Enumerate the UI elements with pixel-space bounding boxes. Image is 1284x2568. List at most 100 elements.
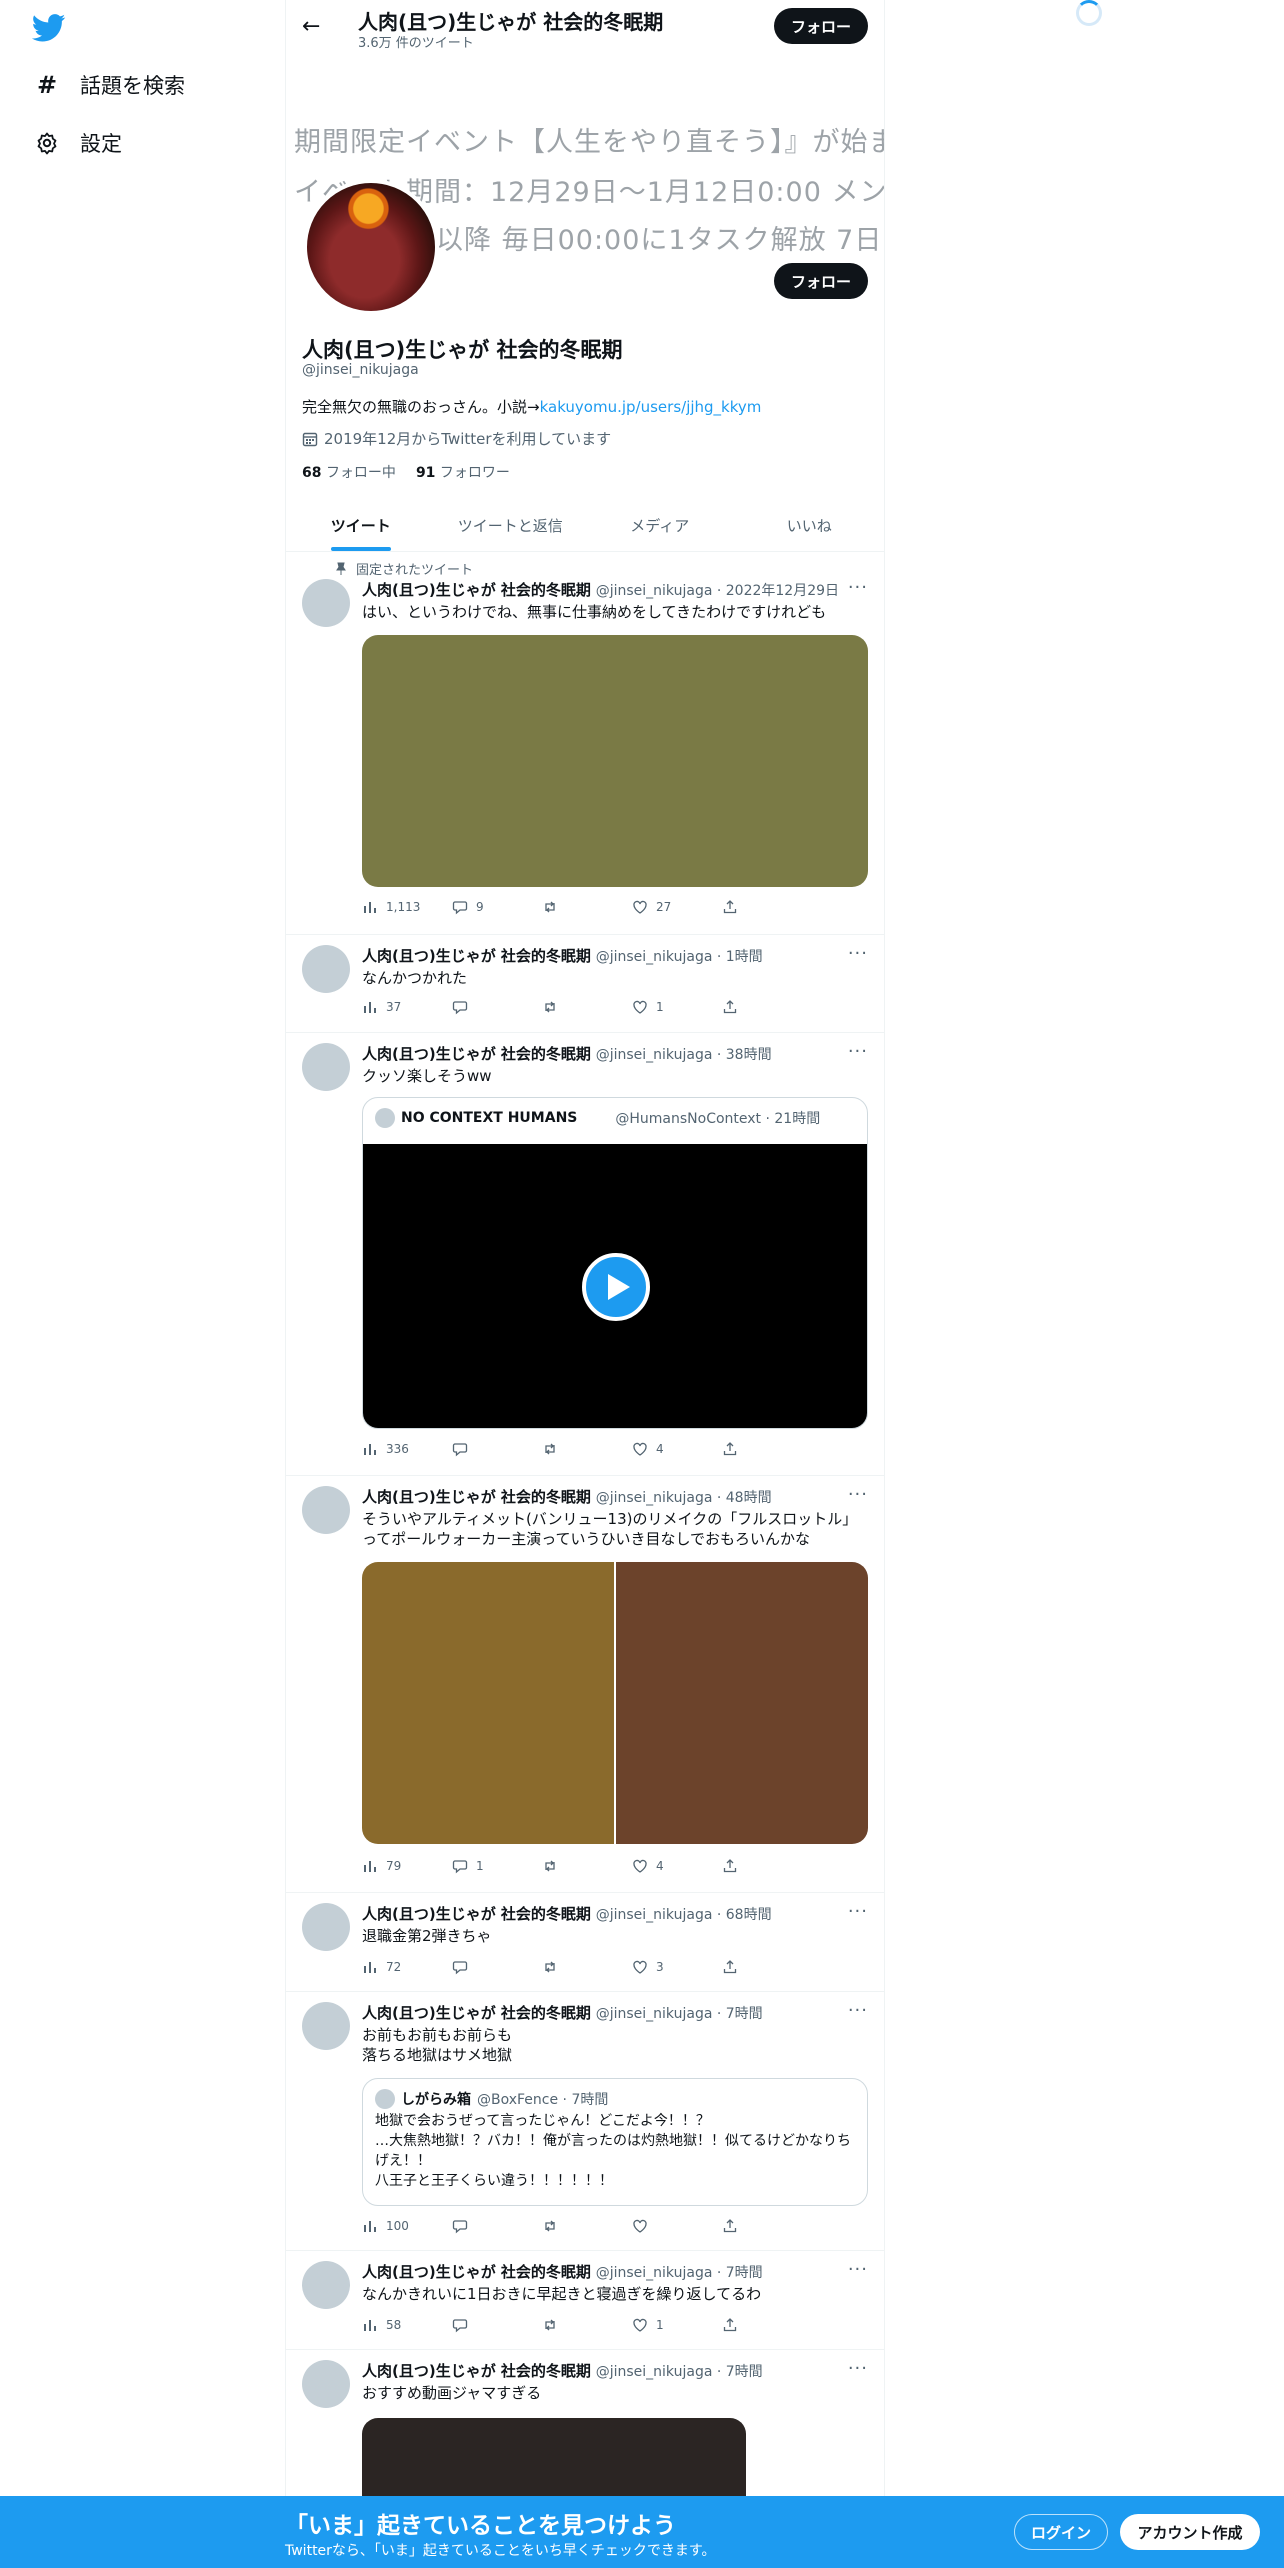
tweet[interactable]: 人肉(且つ)生じゃが 社会的冬眠期 @jinsei_nikujaga · 1時間… — [286, 935, 884, 1033]
more-icon[interactable]: ··· — [848, 2358, 868, 2379]
share-icon — [722, 899, 738, 915]
profile-avatar[interactable] — [303, 179, 439, 315]
share-button[interactable] — [722, 1858, 812, 1874]
share-button[interactable] — [722, 2218, 812, 2234]
replies-button[interactable]: 9 — [452, 899, 542, 915]
tweet-image[interactable] — [616, 1562, 868, 1844]
more-icon[interactable]: ··· — [848, 2000, 868, 2021]
views-count: 336 — [386, 1442, 409, 1456]
bio-text: 完全無欠の無職のおっさん。小説→ — [302, 398, 540, 416]
followers-link[interactable]: 91 フォロワー — [416, 462, 510, 482]
tweet[interactable]: 人肉(且つ)生じゃが 社会的冬眠期 @jinsei_nikujaga · 7時間… — [286, 2251, 884, 2350]
more-icon[interactable]: ··· — [848, 943, 868, 964]
avatar[interactable] — [302, 2002, 350, 2050]
views-button[interactable]: 72 — [362, 1959, 452, 1975]
views-button[interactable]: 58 — [362, 2317, 452, 2333]
quote-tweet[interactable]: NO CONTEXT HUMANS @HumansNoContext · 21時… — [362, 1097, 868, 1429]
avatar[interactable] — [302, 1486, 350, 1534]
tab-likes[interactable]: いいね — [735, 500, 885, 551]
views-button[interactable]: 37 — [362, 999, 452, 1015]
likes-button[interactable]: 1 — [632, 999, 722, 1015]
retweets-button[interactable] — [542, 999, 632, 1015]
tab-tweets-replies[interactable]: ツイートと返信 — [436, 500, 586, 551]
tweet[interactable]: 人肉(且つ)生じゃが 社会的冬眠期 @jinsei_nikujaga · 7時間… — [286, 1992, 884, 2251]
login-button[interactable]: ログイン — [1014, 2514, 1108, 2550]
nav-explore[interactable]: # 話題を検索 — [34, 70, 185, 100]
replies-button[interactable] — [452, 999, 542, 1015]
likes-button[interactable]: 1 — [632, 2317, 722, 2333]
tweet-text: お前もお前もお前らも 落ちる地獄はサメ地獄 — [362, 2026, 513, 2064]
more-icon[interactable]: ··· — [848, 1901, 868, 1922]
signup-banner-subtitle: Twitterなら、「いま」起きていることをいち早くチェックできます。 — [285, 2543, 716, 2559]
quote-tweet[interactable]: しがらみ箱 @BoxFence · 7時間 地獄で会おうぜって言ったじゃん！どこ… — [362, 2078, 868, 2206]
follow-button[interactable]: フォロー — [774, 263, 868, 299]
retweets-button[interactable] — [542, 1858, 632, 1874]
header-tweet-count: 3.6万 件のツイート — [358, 36, 474, 51]
avatar[interactable] — [302, 945, 350, 993]
views-button[interactable]: 1,113 — [362, 899, 452, 915]
retweets-button[interactable] — [542, 2317, 632, 2333]
more-icon[interactable]: ··· — [848, 577, 868, 598]
tweet-text: そういやアルティメット(バンリュー13)のリメイクの「フルスロットル」ってポール… — [362, 1510, 858, 1548]
header-follow-button[interactable]: フォロー — [774, 8, 868, 44]
avatar[interactable] — [302, 1043, 350, 1091]
gear-icon — [34, 130, 60, 156]
replies-button[interactable] — [452, 2317, 542, 2333]
avatar[interactable] — [302, 2360, 350, 2408]
nav-settings[interactable]: 設定 — [34, 128, 122, 158]
tweet-text: 退職金第2弾きちゃ — [362, 1927, 492, 1945]
likes-button[interactable]: 4 — [632, 1858, 722, 1874]
views-button[interactable]: 336 — [362, 1441, 452, 1457]
tweet-text: なんかつかれた — [362, 969, 468, 987]
replies-button[interactable] — [452, 2218, 542, 2234]
bio-link[interactable]: kakuyomu.jp/users/jjhg_kkym — [540, 398, 762, 416]
likes-button[interactable]: 3 — [632, 1959, 722, 1975]
retweets-button[interactable] — [542, 1441, 632, 1457]
views-icon — [362, 2317, 378, 2333]
tweet-image[interactable] — [362, 635, 868, 887]
retweets-button[interactable] — [542, 899, 632, 915]
share-button[interactable] — [722, 2317, 812, 2333]
back-arrow-icon[interactable]: ← — [302, 14, 320, 39]
share-button[interactable] — [722, 1441, 812, 1457]
views-button[interactable]: 100 — [362, 2218, 452, 2234]
tweet-image[interactable] — [362, 1562, 614, 1844]
views-count: 100 — [386, 2219, 409, 2233]
share-icon — [722, 1959, 738, 1975]
avatar[interactable] — [302, 1903, 350, 1951]
replies-button[interactable] — [452, 1441, 542, 1457]
share-button[interactable] — [722, 899, 812, 915]
replies-button[interactable]: 1 — [452, 1858, 542, 1874]
avatar[interactable] — [302, 2261, 350, 2309]
following-link[interactable]: 68 フォロー中 — [302, 462, 396, 482]
tweet[interactable]: 人肉(且つ)生じゃが 社会的冬眠期 @jinsei_nikujaga · 38時… — [286, 1033, 884, 1476]
tweet[interactable]: 人肉(且つ)生じゃが 社会的冬眠期 @jinsei_nikujaga · 48時… — [286, 1476, 884, 1893]
loading-spinner-icon — [1076, 0, 1102, 26]
tab-tweets[interactable]: ツイート — [286, 500, 436, 551]
tweet[interactable]: 固定されたツイート 人肉(且つ)生じゃが 社会的冬眠期 @jinsei_niku… — [286, 553, 884, 935]
likes-button[interactable]: 4 — [632, 1441, 722, 1457]
more-icon[interactable]: ··· — [848, 2259, 868, 2280]
share-button[interactable] — [722, 1959, 812, 1975]
replies-button[interactable] — [452, 1959, 542, 1975]
play-button-icon[interactable] — [582, 1253, 650, 1321]
likes-button[interactable]: 27 — [632, 899, 722, 915]
likes-button[interactable] — [632, 2218, 722, 2234]
reply-icon — [452, 1959, 468, 1975]
more-icon[interactable]: ··· — [848, 1484, 868, 1505]
share-button[interactable] — [722, 999, 812, 1015]
quote-video[interactable] — [363, 1144, 867, 1428]
tweet[interactable]: 人肉(且つ)生じゃが 社会的冬眠期 @jinsei_nikujaga · 68時… — [286, 1893, 884, 1992]
signup-button[interactable]: アカウント作成 — [1120, 2514, 1260, 2550]
more-icon[interactable]: ··· — [848, 1041, 868, 1062]
likes-count: 27 — [656, 900, 672, 914]
tab-media[interactable]: メディア — [585, 500, 735, 551]
quote-avatar — [375, 2089, 395, 2109]
reply-icon — [452, 1441, 468, 1457]
retweets-button[interactable] — [542, 2218, 632, 2234]
twitter-bird-icon[interactable] — [32, 14, 66, 42]
avatar[interactable] — [302, 579, 350, 627]
views-button[interactable]: 79 — [362, 1858, 452, 1874]
retweet-icon — [542, 899, 558, 915]
retweets-button[interactable] — [542, 1959, 632, 1975]
